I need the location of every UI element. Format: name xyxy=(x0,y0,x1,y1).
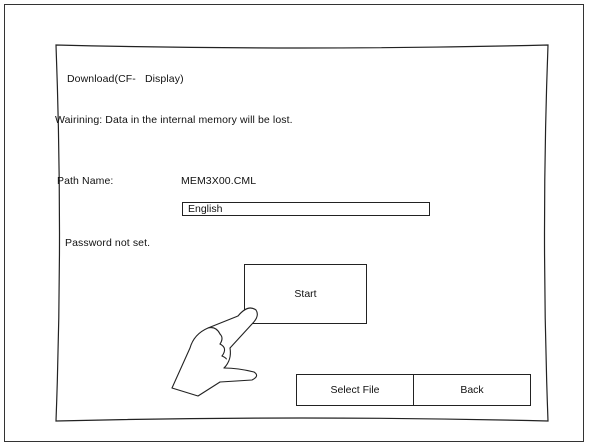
path-name-value: MEM3X00.CML xyxy=(181,175,257,187)
password-status: Password not set. xyxy=(65,237,151,249)
screen-title: Download(CF- Display) xyxy=(67,73,184,85)
language-field[interactable]: English xyxy=(182,202,430,216)
pointing-hand-icon xyxy=(171,307,258,397)
back-button[interactable]: Back xyxy=(413,374,531,406)
path-name-label: Path Name: xyxy=(57,175,114,187)
select-file-button[interactable]: Select File xyxy=(296,374,414,406)
warning-message: Wairining: Data in the internal memory w… xyxy=(55,114,293,126)
